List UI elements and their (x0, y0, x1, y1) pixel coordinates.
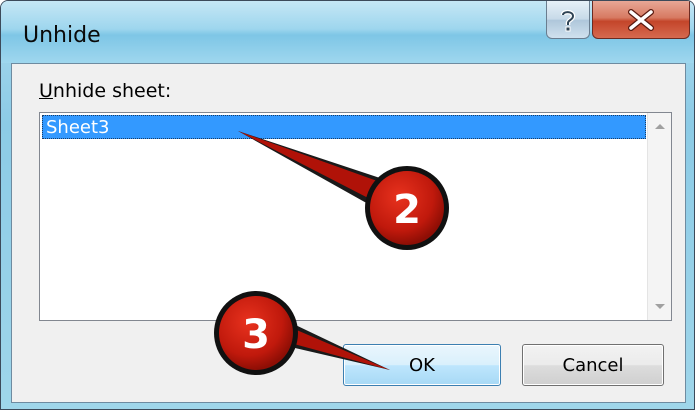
window-title: Unhide (23, 23, 101, 48)
label-accelerator: U (39, 80, 53, 102)
scroll-up-button[interactable] (648, 115, 671, 137)
list-item-sheet3[interactable]: Sheet3 (42, 115, 646, 139)
scroll-down-button[interactable] (648, 296, 671, 318)
ok-button[interactable]: OK (343, 344, 501, 386)
label-text: nhide sheet: (52, 80, 172, 102)
sheet-listbox[interactable]: Sheet3 (39, 112, 672, 321)
chevron-up-icon (654, 124, 665, 129)
close-button[interactable] (592, 1, 690, 39)
chevron-down-icon (654, 304, 665, 309)
unhide-sheet-label: Unhide sheet: (39, 80, 171, 102)
close-x-icon (628, 8, 654, 31)
help-question-icon (560, 9, 576, 31)
title-bar: Unhide (1, 1, 694, 63)
unhide-dialog-window: Unhide Unhide sheet: Sheet3 OK Cancel (0, 0, 695, 410)
vertical-scrollbar[interactable] (647, 113, 671, 320)
cancel-button[interactable]: Cancel (522, 344, 664, 386)
help-button[interactable] (546, 1, 590, 39)
dialog-content: Unhide sheet: Sheet3 OK Cancel (11, 63, 686, 403)
